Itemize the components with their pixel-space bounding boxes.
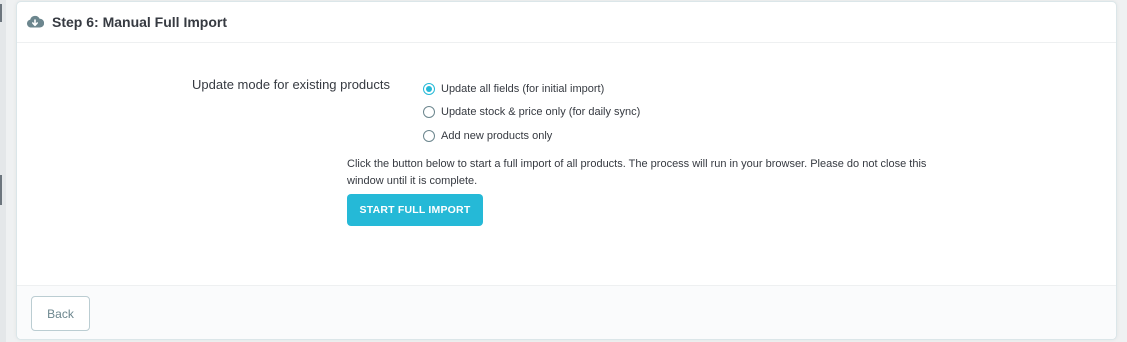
- radio-label: Update all fields (for initial import): [441, 82, 605, 95]
- update-mode-label: Update mode for existing products: [192, 77, 390, 92]
- edge-mark: [0, 4, 2, 22]
- edge-mark: [0, 175, 2, 205]
- panel-body: Update mode for existing products Update…: [17, 43, 1116, 286]
- panel-title: Step 6: Manual Full Import: [52, 14, 228, 30]
- radio-label: Add new products only: [441, 129, 553, 142]
- page-left-edge: [0, 0, 6, 342]
- back-button[interactable]: Back: [31, 296, 90, 331]
- radio-label: Update stock & price only (for daily syn…: [441, 106, 641, 119]
- panel-heading: Step 6: Manual Full Import: [17, 2, 1116, 43]
- radio-button[interactable]: [423, 106, 435, 119]
- cloud-download-icon: [26, 13, 44, 31]
- radio-button[interactable]: [423, 129, 435, 142]
- panel-footer: Back: [17, 285, 1116, 339]
- radio-button-checked[interactable]: [423, 82, 435, 95]
- import-help-text: Click the button below to start a full i…: [347, 158, 927, 187]
- radio-add-new-products[interactable]: Add new products only: [423, 124, 640, 148]
- update-mode-radio-group: Update all fields (for initial import) U…: [423, 77, 640, 148]
- import-panel: Step 6: Manual Full Import Update mode f…: [16, 1, 1117, 340]
- radio-update-stock-price[interactable]: Update stock & price only (for daily syn…: [423, 101, 640, 125]
- radio-update-all-fields[interactable]: Update all fields (for initial import): [423, 77, 640, 101]
- start-full-import-button[interactable]: START FULL IMPORT: [347, 194, 483, 226]
